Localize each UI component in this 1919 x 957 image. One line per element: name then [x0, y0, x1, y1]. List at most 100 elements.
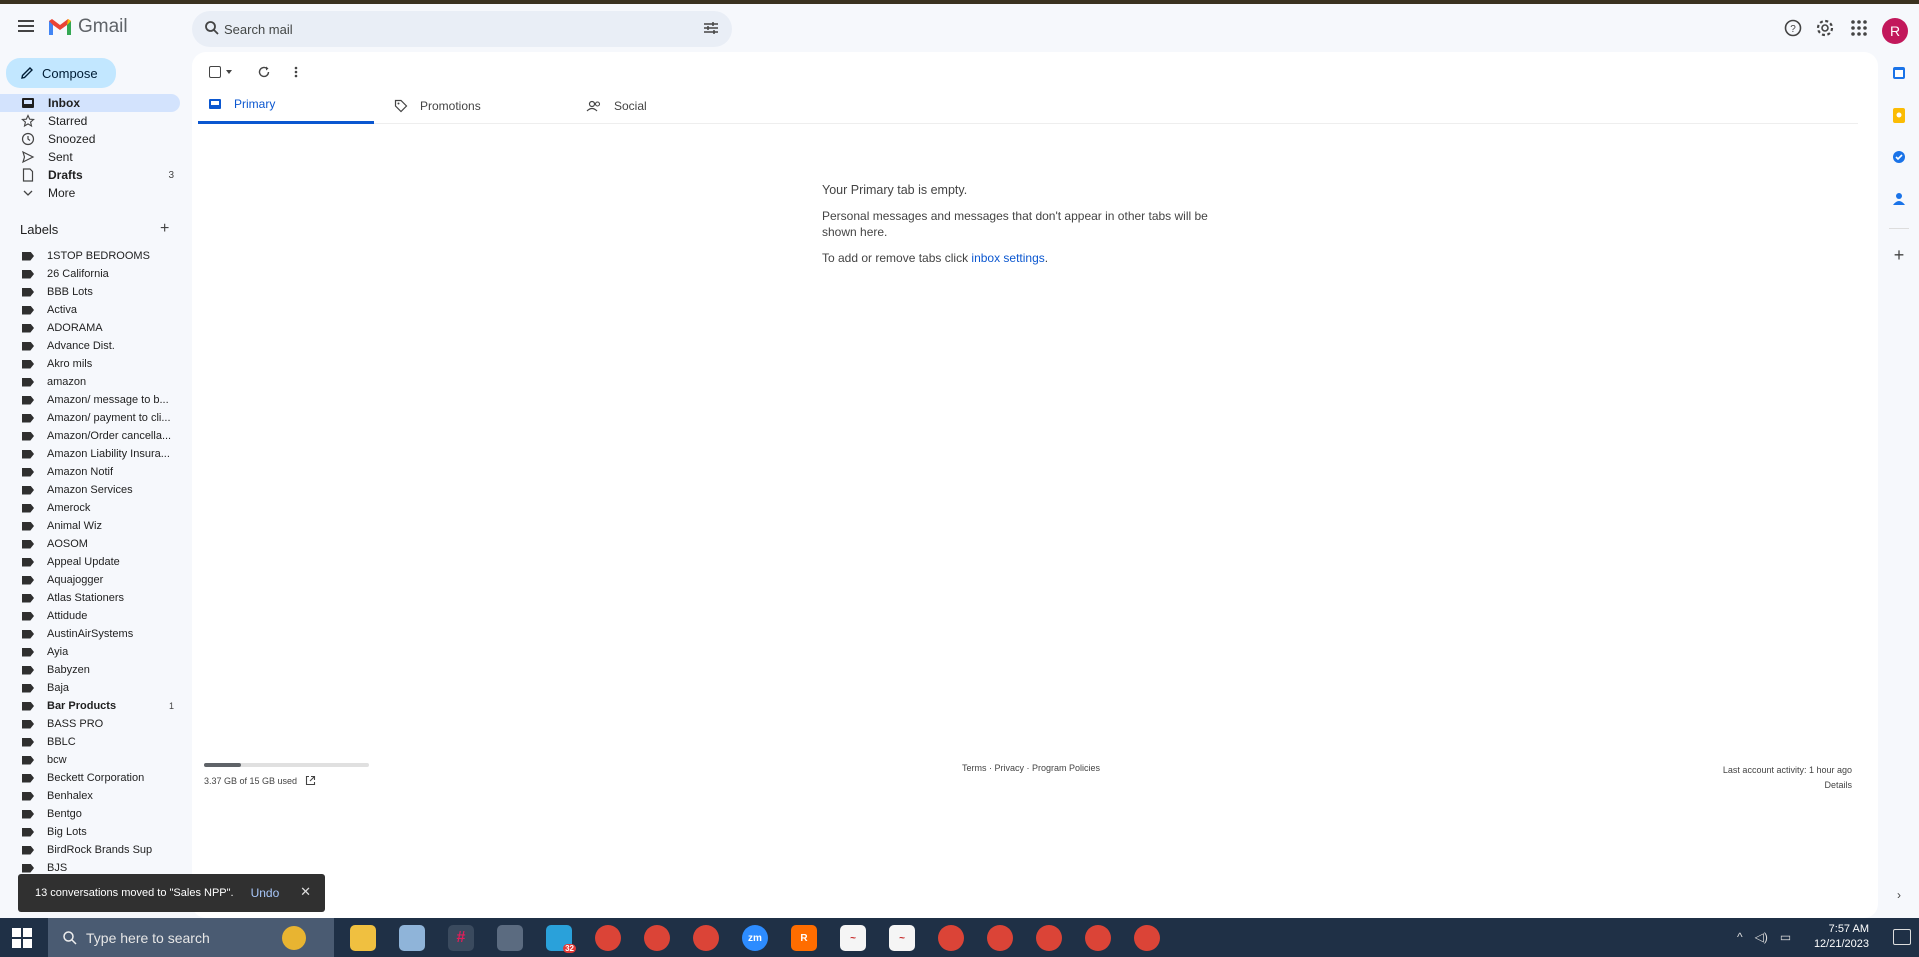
label-item[interactable]: Advance Dist. [0, 337, 180, 355]
label-item[interactable]: Amazon Notif [0, 463, 180, 481]
label-item[interactable]: Amerock [0, 499, 180, 517]
tasks-icon[interactable] [1884, 142, 1914, 172]
apps-grid-icon[interactable] [1849, 18, 1869, 38]
label-item[interactable]: BBB Lots [0, 283, 180, 301]
label-item[interactable]: AOSOM [0, 535, 180, 553]
open-in-new-icon[interactable] [305, 775, 316, 786]
nav-item-sent[interactable]: Sent [0, 148, 180, 166]
add-addon-icon[interactable]: + [1884, 240, 1914, 270]
weather-icon[interactable] [282, 926, 306, 950]
label-item[interactable]: Animal Wiz [0, 517, 180, 535]
label-item[interactable]: Appeal Update [0, 553, 180, 571]
label-item[interactable]: Akro mils [0, 355, 180, 373]
label-item[interactable]: Benhalex [0, 787, 180, 805]
compose-button[interactable]: Compose [6, 58, 116, 88]
main-menu-icon[interactable] [14, 17, 38, 37]
zoom-icon[interactable]: zm [742, 925, 768, 951]
notification-center-icon[interactable] [1893, 929, 1911, 945]
label-item[interactable]: bcw [0, 751, 180, 769]
inbox-settings-link[interactable]: inbox settings [971, 251, 1044, 265]
nav-item-more[interactable]: More [0, 184, 180, 202]
footer-links[interactable]: Terms · Privacy · Program Policies [962, 763, 1100, 773]
help-icon[interactable]: ? [1783, 18, 1803, 38]
nav-item-drafts[interactable]: Drafts 3 [0, 166, 180, 184]
more-vert-icon[interactable] [293, 65, 299, 79]
tab-primary[interactable]: Primary [198, 87, 374, 124]
label-item[interactable]: Ayia [0, 643, 180, 661]
chrome-profile-k-icon[interactable] [693, 925, 719, 951]
label-item[interactable]: Amazon/Order cancella... [0, 427, 180, 445]
label-item[interactable]: AustinAirSystems [0, 625, 180, 643]
notepad-icon[interactable] [399, 925, 425, 951]
show-side-panel-chevron-icon[interactable]: › [1884, 880, 1914, 910]
windows-start-icon[interactable] [12, 928, 32, 948]
close-icon[interactable]: ✕ [300, 884, 311, 900]
settings-gear-icon[interactable] [1815, 18, 1835, 38]
undo-button[interactable]: Undo [251, 886, 280, 900]
file-explorer-icon[interactable] [350, 925, 376, 951]
nav-item-starred[interactable]: Starred [0, 112, 180, 130]
search-bar[interactable]: Search mail [192, 11, 732, 47]
select-all-checkbox[interactable] [209, 66, 221, 78]
search-input[interactable]: Search mail [224, 22, 293, 37]
calendar-icon[interactable] [1884, 58, 1914, 88]
label-item[interactable]: Activa [0, 301, 180, 319]
account-avatar[interactable]: R [1882, 18, 1908, 44]
nav-item-inbox[interactable]: Inbox [0, 94, 180, 112]
label-item[interactable]: 26 California [0, 265, 180, 283]
keep-icon[interactable] [1884, 100, 1914, 130]
volume-icon[interactable]: ◁) [1755, 930, 1768, 944]
search-icon[interactable] [204, 20, 220, 36]
label-item[interactable]: Attidude [0, 607, 180, 625]
label-item[interactable]: Amazon Liability Insura... [0, 445, 180, 463]
label-item[interactable]: Amazon/ message to b... [0, 391, 180, 409]
empty-state: Your Primary tab is empty. Personal mess… [822, 182, 1222, 276]
tab-social[interactable]: Social [586, 87, 762, 124]
label-item[interactable]: BirdRock Brands Sup [0, 841, 180, 859]
label-item[interactable]: Babyzen [0, 661, 180, 679]
label-item[interactable]: BASS PRO [0, 715, 180, 733]
select-dropdown-icon[interactable] [225, 69, 233, 75]
chrome-profile-4-icon[interactable] [1085, 925, 1111, 951]
label-item[interactable]: amazon [0, 373, 180, 391]
calculator-icon[interactable] [497, 925, 523, 951]
telegram-icon[interactable]: 32 [546, 925, 576, 953]
chrome-profile-5-icon[interactable] [1134, 925, 1160, 951]
add-label-icon[interactable]: + [160, 220, 169, 238]
label-item[interactable]: Big Lots [0, 823, 180, 841]
label-item[interactable]: 1STOP BEDROOMS [0, 247, 180, 265]
nav-item-snoozed[interactable]: Snoozed [0, 130, 180, 148]
chrome-profile-2-icon[interactable] [938, 925, 964, 951]
chart-app-icon[interactable]: ~ [840, 925, 866, 951]
search-options-icon[interactable] [702, 20, 720, 36]
tray-chevron-up-icon[interactable]: ^ [1737, 930, 1743, 944]
taskbar-search[interactable]: Type here to search [48, 918, 334, 957]
details-link[interactable]: Details [1723, 778, 1852, 793]
tab-promotions[interactable]: Promotions [394, 87, 570, 124]
refresh-icon[interactable] [257, 65, 271, 79]
label-item[interactable]: Amazon Services [0, 481, 180, 499]
label-item[interactable]: Baja [0, 679, 180, 697]
chrome-profile-3-icon[interactable] [1036, 925, 1062, 951]
label-item[interactable]: ADORAMA [0, 319, 180, 337]
chrome-profile-mm-icon[interactable] [987, 925, 1013, 951]
contacts-icon[interactable] [1884, 184, 1914, 214]
gmail-logo[interactable]: Gmail [48, 16, 128, 38]
chrome-icon[interactable] [595, 925, 621, 951]
slack-icon[interactable]: # [448, 925, 474, 951]
label-item[interactable]: Atlas Stationers [0, 589, 180, 607]
label-tag-icon [22, 647, 34, 657]
label-item[interactable]: BBLC [0, 733, 180, 751]
label-item[interactable]: Aquajogger [0, 571, 180, 589]
chrome-profile-icon[interactable] [644, 925, 670, 951]
clock[interactable]: 7:57 AM 12/21/2023 [1814, 922, 1869, 952]
label-item[interactable]: Amazon/ payment to cli... [0, 409, 180, 427]
network-icon[interactable]: ▭ [1780, 930, 1791, 944]
label-item[interactable]: Bentgo [0, 805, 180, 823]
label-item[interactable]: Bar Products 1 [0, 697, 180, 715]
chart-app-2-icon[interactable]: ~ [889, 925, 915, 951]
r-app-icon[interactable]: R [791, 925, 817, 951]
taskbar-search-input[interactable]: Type here to search [86, 930, 210, 946]
label-tag-icon [22, 503, 34, 513]
label-item[interactable]: Beckett Corporation [0, 769, 180, 787]
